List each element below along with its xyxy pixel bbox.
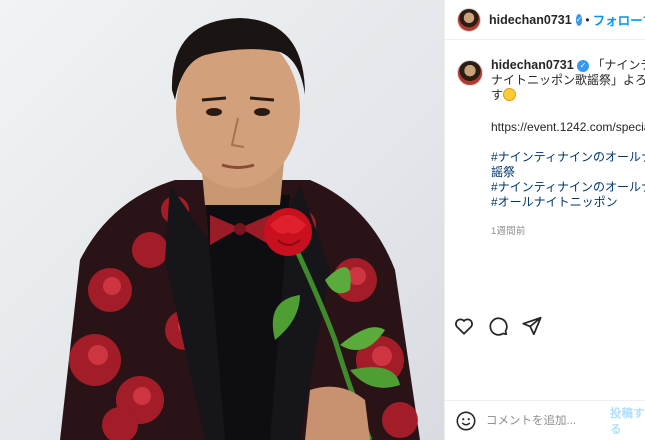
caption-line-1: 「ナインティナインのオールナイトニッポン [592, 58, 645, 72]
header-username[interactable]: hidechan0731 [489, 13, 572, 27]
caption: hidechan0731 ✓ 「ナインティナインのオールナイトニッポン ナイトニ… [457, 58, 645, 239]
post-header: hidechan0731 ✓ • フォローする [445, 0, 645, 40]
hashtag-link[interactable]: #ナインティナインのオールナイトニッポン [491, 180, 645, 195]
hashtag-link[interactable]: 謡祭 [491, 165, 645, 180]
man-with-rose-illustration [60, 18, 420, 440]
caption-body: hidechan0731 ✓ 「ナインティナインのオールナイトニッポン ナイトニ… [491, 58, 645, 239]
post-timestamp[interactable]: 1週間前 [491, 224, 645, 239]
caption-line-3: す [491, 88, 504, 102]
heart-icon[interactable] [453, 315, 475, 337]
post-photo[interactable] [0, 0, 444, 440]
caption-username[interactable]: hidechan0731 [491, 58, 574, 72]
hashtag-link[interactable]: #オールナイトニッポン [491, 195, 645, 210]
post-comment-button[interactable]: 投稿する [610, 405, 645, 437]
hashtag-link[interactable]: #ナインティナインのオールナイトニッポン歌 [491, 150, 645, 165]
follow-button[interactable]: フォローする [593, 10, 645, 29]
hashtag-list: #ナインティナインのオールナイトニッポン歌 謡祭 #ナインティナインのオールナイ… [491, 150, 645, 210]
separator-dot: • [585, 12, 590, 27]
smile-emoji-icon [503, 88, 517, 101]
verified-badge-icon: ✓ [577, 59, 590, 72]
action-bar [453, 315, 543, 337]
avatar[interactable] [457, 7, 481, 32]
comment-input[interactable] [486, 414, 596, 427]
caption-line-2: ナイトニッポン歌謡祭」よろしくお願いしま [491, 73, 645, 87]
comment-bar: 投稿する [445, 400, 645, 440]
caption-url[interactable]: https://event.1242.com/special/99ann/ [491, 120, 645, 135]
speech-bubble-icon[interactable] [487, 315, 509, 337]
paper-plane-icon[interactable] [521, 315, 543, 337]
post-side-panel: hidechan0731 ✓ • フォローする hidechan0731 ✓ 「… [444, 0, 645, 440]
verified-badge-icon: ✓ [575, 13, 583, 26]
emoji-icon[interactable] [455, 410, 477, 432]
caption-avatar[interactable] [457, 60, 483, 86]
